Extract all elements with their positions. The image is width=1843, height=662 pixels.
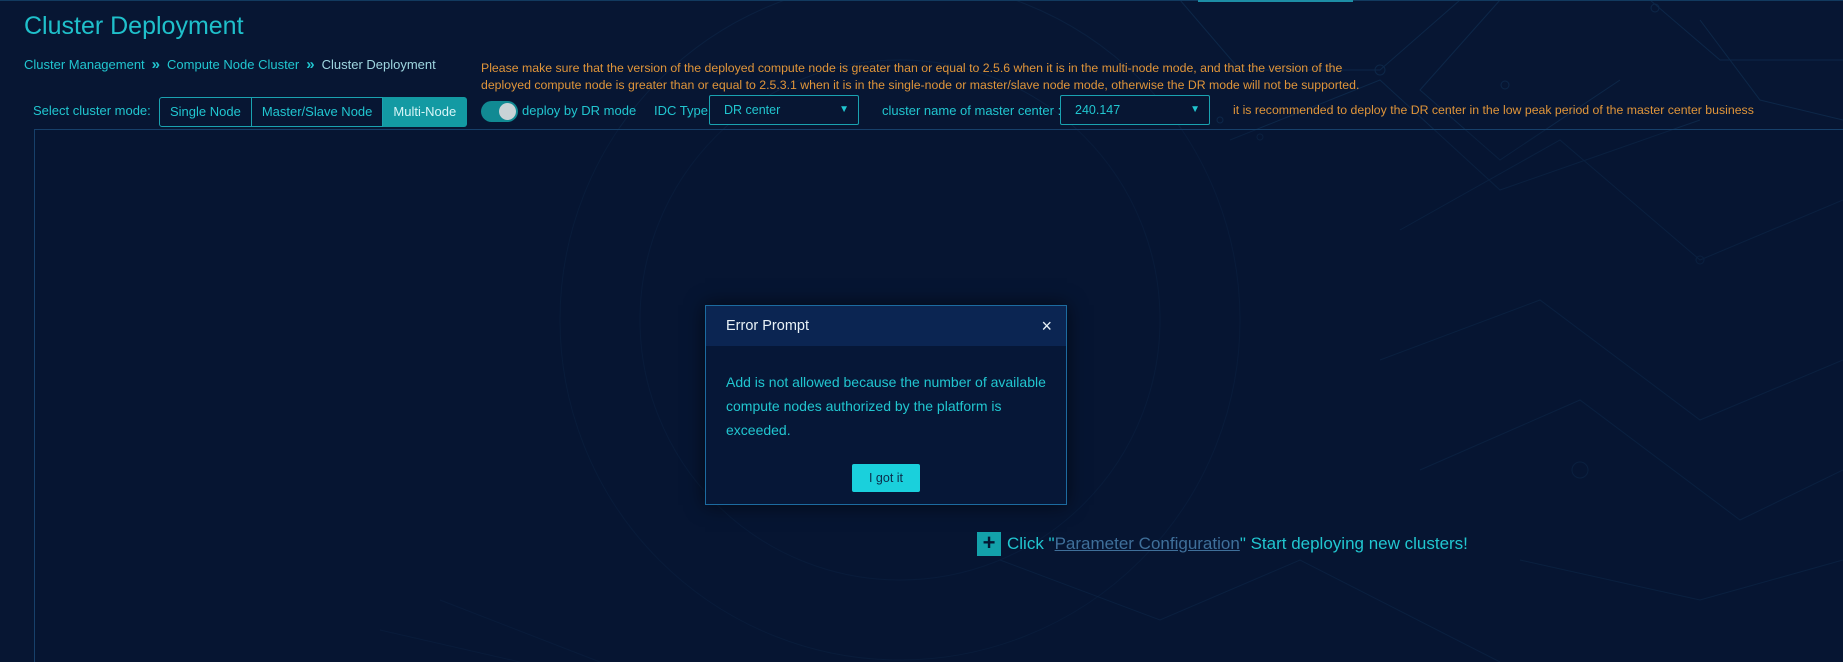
dialog-message: Add is not allowed because the number of… <box>726 374 1046 438</box>
caret-down-icon: ▼ <box>1190 104 1200 115</box>
version-notice-line-1: Please make sure that the version of the… <box>481 61 1343 75</box>
breadcrumb-separator-icon: » <box>306 56 315 73</box>
mode-multi-node-button[interactable]: Multi-Node <box>383 97 468 127</box>
deploy-hint: + Click " Parameter Configuration " Star… <box>977 532 1468 556</box>
breadcrumb-compute-node-cluster[interactable]: Compute Node Cluster <box>167 57 299 72</box>
dr-recommendation-text: it is recommended to deploy the DR cente… <box>1233 103 1754 117</box>
deploy-hint-suffix: " Start deploying new clusters! <box>1239 534 1468 553</box>
deploy-hint-prefix: Click " <box>1007 534 1055 553</box>
dr-mode-label: deploy by DR mode <box>522 103 637 118</box>
breadcrumb-cluster-management[interactable]: Cluster Management <box>24 57 145 72</box>
dialog-title: Error Prompt <box>726 318 809 334</box>
close-icon[interactable]: × <box>1041 317 1052 335</box>
cluster-mode-selector: Single Node Master/Slave Node Multi-Node <box>159 97 468 127</box>
master-center-select[interactable]: 240.147 ▼ <box>1060 95 1210 125</box>
page-title: Cluster Deployment <box>24 12 244 40</box>
breadcrumb-cluster-deployment: Cluster Deployment <box>321 57 436 72</box>
error-prompt-dialog: Error Prompt × Add is not allowed becaus… <box>705 305 1067 505</box>
dr-mode-toggle[interactable] <box>481 101 518 122</box>
master-center-label: cluster name of master center : <box>882 103 1062 118</box>
parameter-configuration-link[interactable]: Parameter Configuration <box>1055 534 1240 554</box>
mode-master-slave-button[interactable]: Master/Slave Node <box>251 97 384 127</box>
breadcrumb-separator-icon: » <box>151 56 161 73</box>
add-plus-icon[interactable]: + <box>977 532 1001 556</box>
caret-down-icon: ▼ <box>839 104 849 115</box>
mode-single-node-button[interactable]: Single Node <box>159 97 252 127</box>
idc-type-select[interactable]: DR center ▼ <box>709 95 859 125</box>
i-got-it-button[interactable]: I got it <box>852 464 920 492</box>
version-notice-line-2: deployed compute node is greater than or… <box>481 78 1360 92</box>
top-border <box>0 0 1843 1</box>
idc-type-value: DR center <box>724 103 781 117</box>
version-notice: Please make sure that the version of the… <box>481 60 1401 94</box>
top-accent-line <box>1198 0 1353 2</box>
dialog-header: Error Prompt × <box>706 306 1066 346</box>
toggle-knob <box>499 103 516 120</box>
master-center-value: 240.147 <box>1075 103 1121 117</box>
cluster-mode-label: Select cluster mode: <box>33 103 151 118</box>
idc-type-label: IDC Type: <box>654 103 712 118</box>
dialog-footer: I got it <box>706 464 1066 492</box>
breadcrumb: Cluster Management » Compute Node Cluste… <box>24 56 436 73</box>
